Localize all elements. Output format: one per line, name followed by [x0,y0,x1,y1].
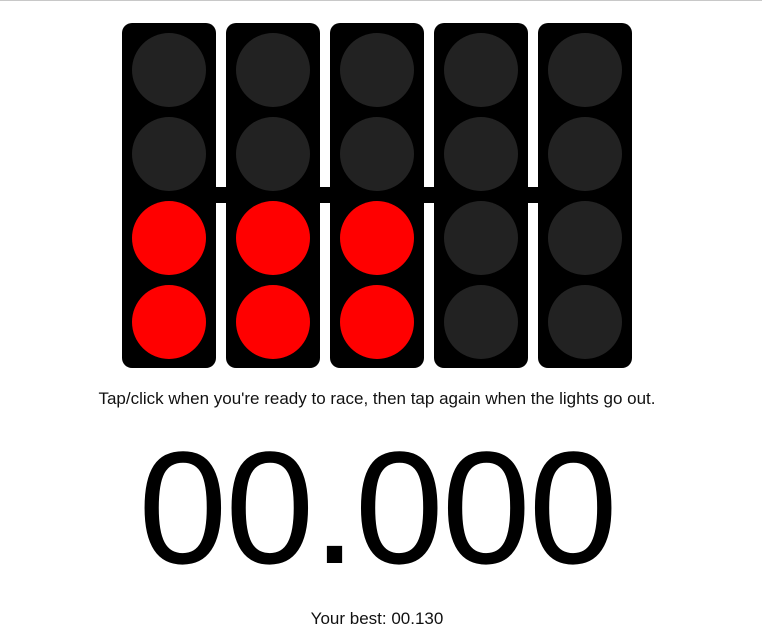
lamp-off [444,117,518,191]
lamp-on [236,201,310,275]
lamp-on [340,201,414,275]
reaction-game-area[interactable]: Tap/click when you're ready to race, the… [0,0,762,633]
lamp-off [548,33,622,107]
lamp-off [132,33,206,107]
start-lights [0,0,762,370]
lamp-off [444,285,518,359]
reaction-timer: 00.000 [138,418,617,597]
lamp-on [132,285,206,359]
lamp-on [132,201,206,275]
lamp-off [548,285,622,359]
lamp-off [236,117,310,191]
lamp-off [444,33,518,107]
instructions-text: Tap/click when you're ready to race, the… [98,389,656,408]
lamp-off [548,201,622,275]
light-unit-3 [330,23,424,368]
lamp-on [340,285,414,359]
lamp-off [444,201,518,275]
lamp-off [236,33,310,107]
light-unit-1 [122,23,216,368]
light-unit-4 [434,23,528,368]
light-unit-2 [226,23,320,368]
lamp-off [340,117,414,191]
lamp-on [236,285,310,359]
lamp-off [548,117,622,191]
light-unit-5 [538,23,632,368]
best-time: Your best: 00.130 [310,609,444,628]
lamp-off [340,33,414,107]
lamp-off [132,117,206,191]
